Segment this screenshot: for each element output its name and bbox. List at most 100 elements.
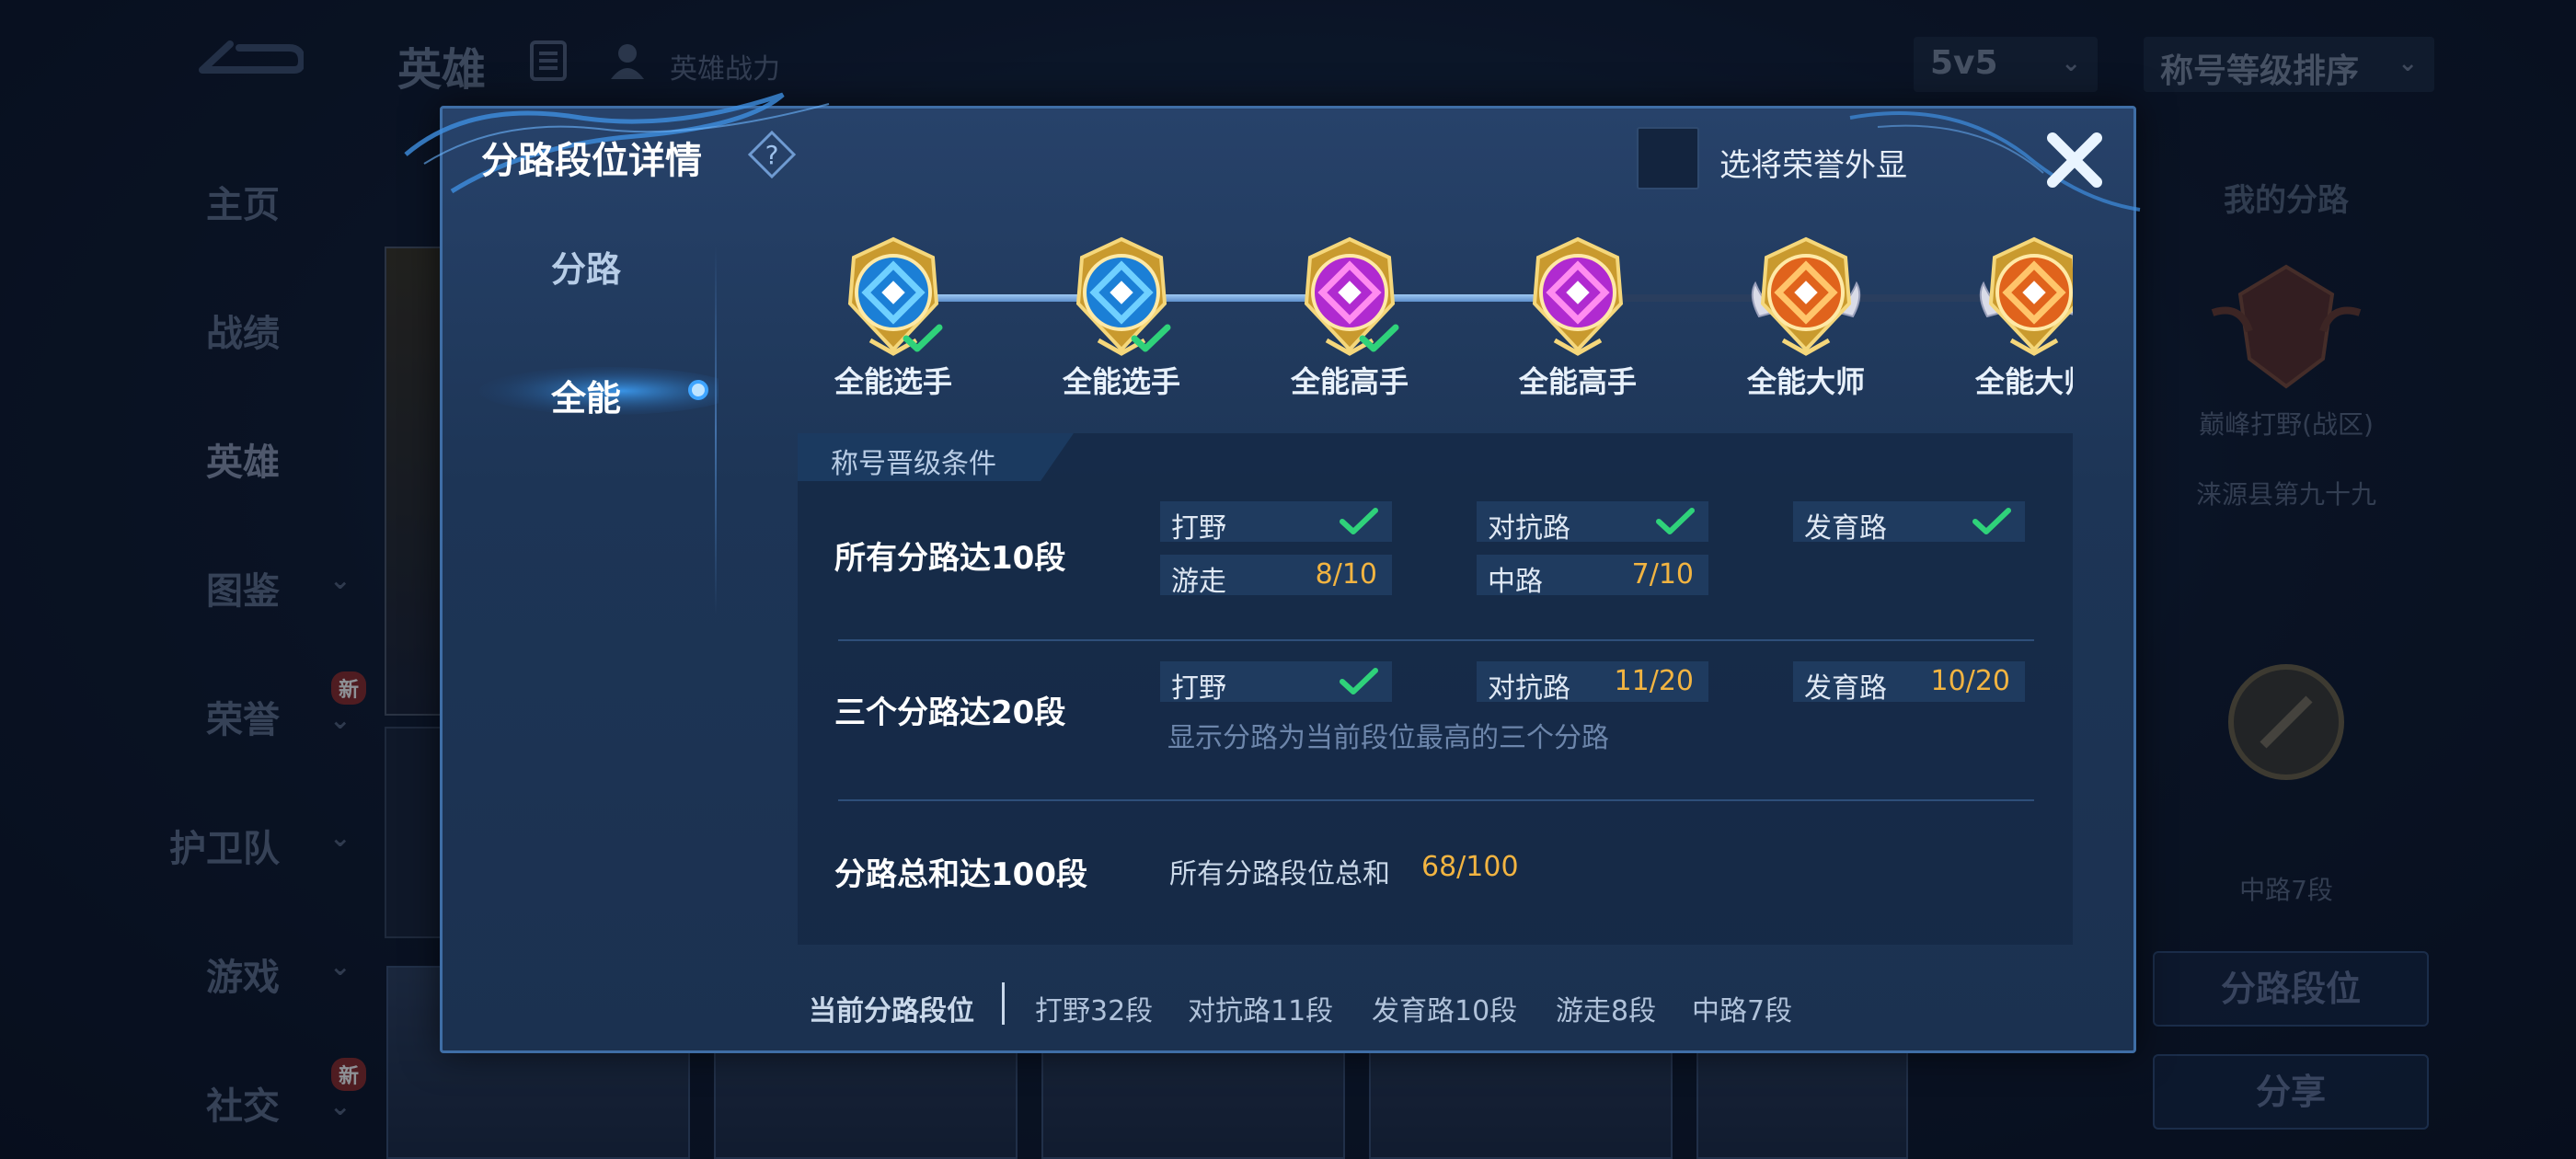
lane-chip-mid: 中路 7/10	[1477, 555, 1708, 598]
check-icon	[1340, 508, 1378, 534]
check-icon	[1340, 668, 1378, 694]
nav-item-games[interactable]: 游戏 ⌄	[147, 929, 377, 1003]
close-icon[interactable]	[2040, 125, 2110, 195]
honor-display-checkbox[interactable]	[1637, 127, 1699, 189]
peak-jungle-emblem-icon	[2211, 264, 2362, 389]
progress-line-achieved	[912, 294, 1593, 302]
promotion-conditions: 称号晋级条件 所有分路达10段 打野 对抗路 发育路 游走 8/10 中路 7/…	[798, 433, 2073, 945]
chevron-down-icon: ⌄	[329, 705, 351, 735]
lane-name: 打野	[1171, 512, 1226, 545]
lane-name: 对抗路	[1488, 512, 1570, 545]
share-button[interactable]: 分享	[2153, 1054, 2429, 1130]
rank-badge-orange[interactable]: 全能大师	[1723, 223, 1889, 407]
sort-select[interactable]: 称号等级排序 ⌄	[2144, 37, 2434, 92]
conditions-header-label: 称号晋级条件	[831, 448, 996, 480]
condition-title: 分路总和达100段	[834, 856, 1087, 893]
tabs-divider	[715, 247, 717, 614]
chevron-down-icon: ⌄	[329, 822, 351, 853]
svg-text:?: ?	[765, 140, 779, 170]
list-icon[interactable]	[528, 40, 569, 81]
lane-name: 中路	[1488, 566, 1543, 598]
nav-item-label: 护卫队	[169, 828, 280, 870]
condition-note: 显示分路为当前段位最高的三个分路	[1167, 722, 1609, 754]
chevron-down-icon: ⌄	[329, 1091, 351, 1121]
nav-item-social[interactable]: 社交 新 ⌄	[147, 1058, 377, 1131]
chevron-down-icon: ⌄	[2398, 50, 2418, 77]
current-lane-label: 当前分路段位	[809, 995, 974, 1027]
rank-badge-blue[interactable]: 全能选手	[1039, 223, 1204, 407]
role-title: 巅峰打野(战区)	[2199, 409, 2374, 440]
rank-label: 全能大师	[1974, 364, 2073, 399]
mode-select[interactable]: 5v5 ⌄	[1914, 37, 2098, 92]
rank-badge-orange[interactable]: 全能大师	[1951, 223, 2073, 407]
lane-name: 发育路	[1804, 672, 1887, 705]
my-lane-title: 我的分路	[2224, 182, 2349, 219]
nav-item-label: 社交	[206, 1085, 280, 1128]
lane-rank-item: 对抗路11段	[1188, 995, 1334, 1027]
rank-badge-purple[interactable]: 全能高手	[1495, 223, 1661, 407]
mid-lane-rank-icon	[2228, 664, 2344, 780]
hero-power-icon[interactable]	[607, 40, 648, 81]
lane-progress: 10/20	[1930, 665, 2010, 697]
chevron-down-icon: ⌄	[329, 565, 351, 595]
rank-label: 全能高手	[1290, 364, 1409, 399]
lane-name: 发育路	[1804, 512, 1887, 545]
nav-item-home[interactable]: 主页	[147, 156, 377, 230]
tab-all-round[interactable]: 全能	[443, 339, 719, 440]
row-divider	[838, 799, 2034, 801]
lane-progress: 8/10	[1315, 558, 1377, 591]
tab-lane[interactable]: 分路	[443, 210, 719, 311]
hero-power-link[interactable]: 英雄战力	[670, 46, 780, 86]
back-icon[interactable]	[193, 35, 304, 86]
lane-rank-text: 中路7段	[2239, 875, 2333, 905]
current-lane-ranks: 当前分路段位 打野32段 对抗路11段 发育路10段 游走8段 中路7段	[443, 973, 2139, 1047]
modal-title: 分路段位详情	[481, 140, 702, 182]
achieved-check-icon	[903, 324, 943, 352]
nav-item-stats[interactable]: 战绩	[147, 285, 377, 359]
nav-item-label: 主页	[206, 184, 280, 226]
check-icon	[1656, 508, 1695, 534]
nav-item-label: 荣誉	[206, 699, 280, 741]
nav-item-honor[interactable]: 荣誉 新 ⌄	[147, 671, 377, 745]
nav-item-label: 英雄	[206, 442, 280, 484]
nav-item-heroes[interactable]: 英雄	[147, 414, 377, 488]
nav-item-guard[interactable]: 护卫队 ⌄	[110, 800, 351, 874]
lane-progress: 7/10	[1631, 558, 1694, 591]
chevron-down-icon: ⌄	[329, 951, 351, 981]
lane-chip-jungle: 打野	[1160, 501, 1392, 545]
region-name: 涞源县第九十九	[2195, 479, 2376, 510]
lane-name: 对抗路	[1488, 672, 1570, 705]
chevron-down-icon: ⌄	[2061, 50, 2081, 77]
new-badge: 新	[331, 1058, 367, 1091]
check-icon	[1972, 508, 2011, 534]
honor-display-label: 选将荣誉外显	[1719, 147, 1907, 184]
lane-rank-item: 发育路10段	[1372, 995, 1518, 1027]
rank-badge-purple[interactable]: 全能高手	[1267, 223, 1432, 407]
nav-item-label: 图鉴	[206, 570, 280, 613]
rank-badge-blue[interactable]: 全能选手	[811, 223, 976, 407]
mode-select-value: 5v5	[1930, 44, 1998, 82]
rank-label: 全能选手	[834, 364, 952, 399]
lane-chip-top: 对抗路 11/20	[1477, 661, 1708, 705]
achieved-check-icon	[1359, 324, 1399, 352]
nav-item-label: 战绩	[206, 313, 280, 355]
nav-item-gallery[interactable]: 图鉴 ⌄	[147, 543, 377, 616]
sum-label: 所有分路段位总和	[1169, 858, 1390, 890]
lane-chip-roam: 游走 8/10	[1160, 555, 1392, 598]
sum-progress: 68/100	[1421, 851, 1519, 883]
lane-rank-button[interactable]: 分路段位	[2153, 951, 2429, 1027]
lane-name: 打野	[1171, 672, 1226, 705]
lane-chip-top: 对抗路	[1477, 501, 1708, 545]
sort-select-value: 称号等级排序	[2160, 52, 2360, 90]
tab-label: 分路	[551, 249, 622, 290]
help-icon[interactable]: ?	[746, 129, 798, 180]
lane-rank-item: 中路7段	[1692, 995, 1793, 1027]
lane-rank-item: 游走8段	[1556, 995, 1657, 1027]
rank-emblem-icon	[1979, 236, 2073, 356]
rank-label: 全能高手	[1518, 364, 1637, 399]
rank-label: 全能选手	[1062, 364, 1180, 399]
lane-progress: 11/20	[1614, 665, 1694, 697]
lane-rank-item: 打野32段	[1035, 995, 1154, 1027]
tab-label: 全能	[551, 378, 622, 419]
modal-tabs: 分路 全能	[443, 210, 719, 624]
